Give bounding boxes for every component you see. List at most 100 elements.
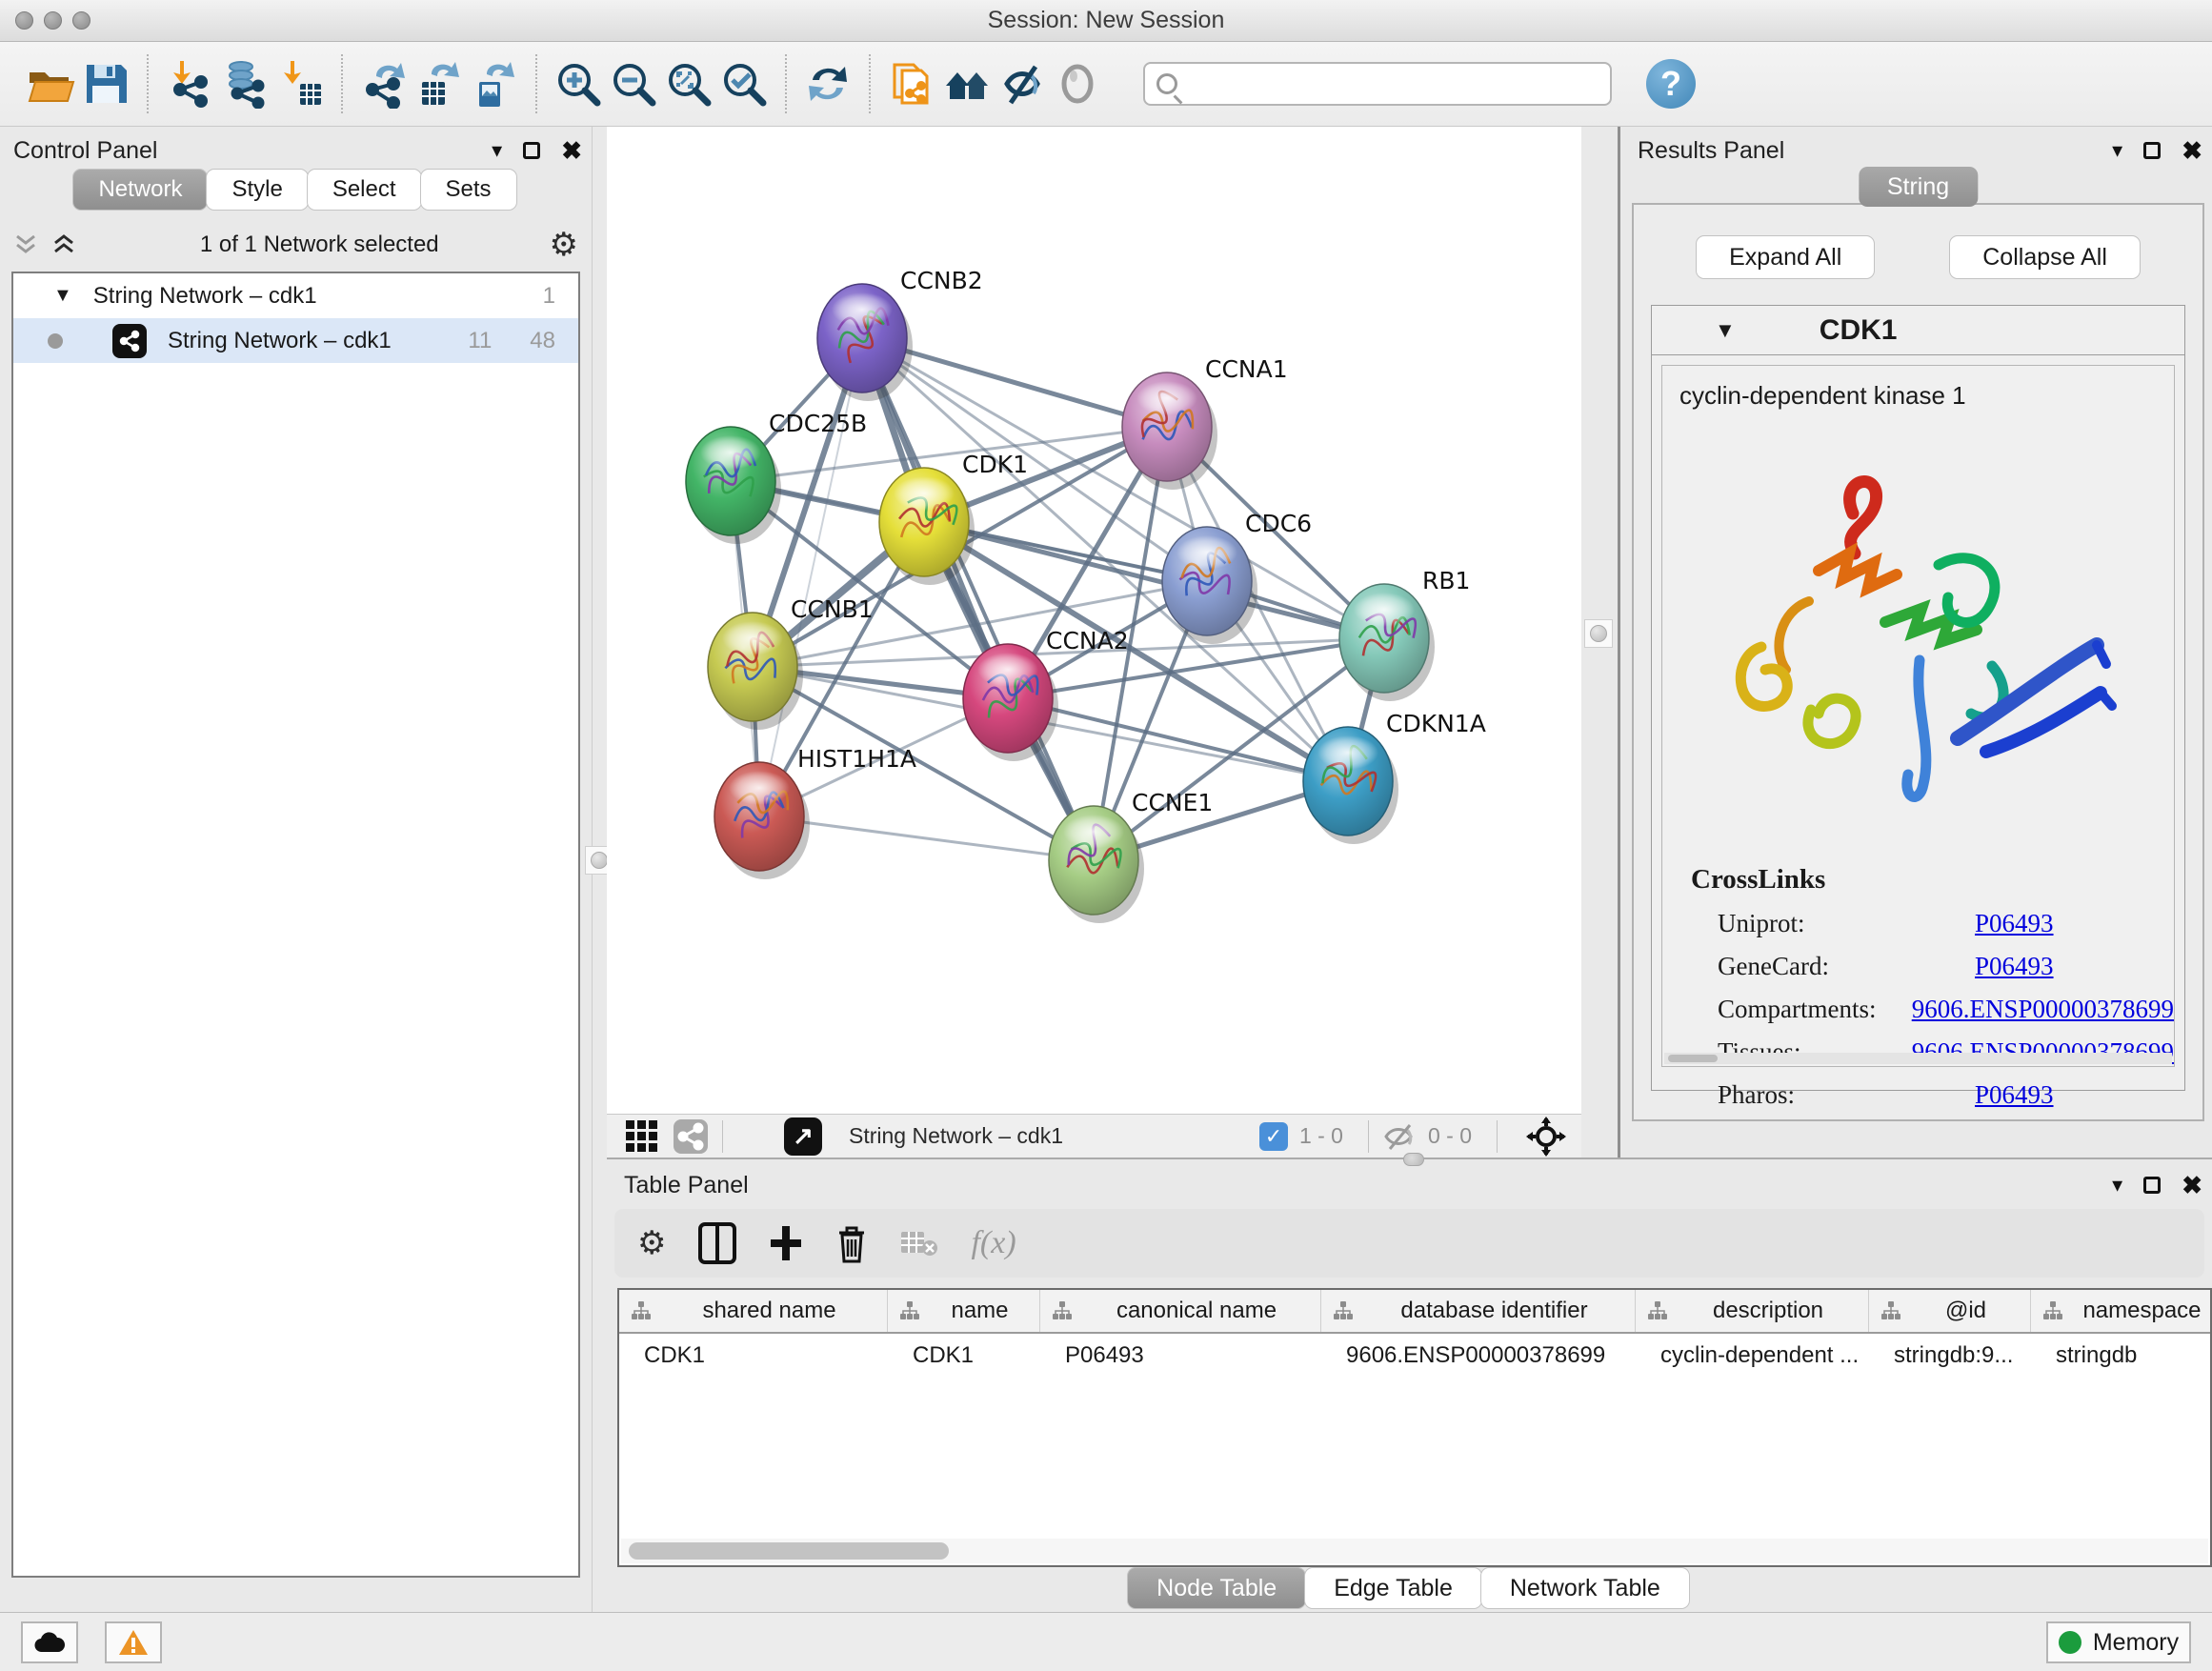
panel-menu-icon[interactable]: ▾ — [2112, 138, 2122, 163]
table-options-gear-icon[interactable]: ⚙ — [637, 1227, 666, 1259]
close-panel-icon[interactable]: ✖ — [2182, 136, 2202, 166]
node-RB1[interactable]: RB1 — [1339, 567, 1470, 701]
column-header-sharedname[interactable]: shared name — [619, 1290, 888, 1332]
cloud-button[interactable] — [21, 1621, 78, 1663]
expand-all-icon[interactable] — [51, 234, 76, 255]
panel-menu-icon[interactable]: ▾ — [2112, 1173, 2122, 1198]
crosslink-link[interactable]: P06493 — [1975, 1080, 2054, 1110]
tab-style[interactable]: Style — [206, 169, 308, 211]
node-CDKN1A[interactable]: CDKN1A — [1303, 710, 1486, 844]
clone-network-button[interactable] — [884, 55, 939, 112]
zoom-window-button[interactable] — [72, 11, 90, 30]
open-session-button[interactable] — [23, 55, 78, 112]
show-columns-icon[interactable] — [698, 1222, 736, 1264]
selected-nodes-checkbox[interactable]: ✓ — [1259, 1122, 1288, 1151]
tab-network[interactable]: Network — [72, 169, 208, 211]
import-network-database-button[interactable] — [217, 55, 272, 112]
network-overview-icon[interactable] — [673, 1118, 709, 1155]
delete-column-icon[interactable] — [835, 1223, 868, 1263]
tab-string[interactable]: String — [1859, 167, 1978, 207]
eye-button[interactable] — [1050, 55, 1105, 112]
close-panel-icon[interactable]: ✖ — [561, 136, 582, 166]
float-panel-icon[interactable] — [2143, 1177, 2161, 1194]
zoom-fit-button[interactable] — [661, 55, 716, 112]
save-session-button[interactable] — [78, 55, 133, 112]
open-in-window-icon[interactable]: ↗ — [784, 1117, 822, 1156]
crosslink-link[interactable]: P06493 — [1975, 952, 2054, 981]
column-header-canonicalname[interactable]: canonical name — [1040, 1290, 1321, 1332]
hidden-items-icon[interactable] — [1382, 1122, 1417, 1151]
table-hscrollbar[interactable] — [621, 1539, 2208, 1563]
zoom-out-button[interactable] — [606, 55, 661, 112]
table-cell[interactable]: stringdb — [2031, 1334, 2212, 1378]
column-header-namespace[interactable]: namespace — [2031, 1290, 2212, 1332]
show-hide-graphics-button[interactable] — [995, 55, 1050, 112]
node-CDC25B[interactable]: CDC25B — [686, 410, 867, 544]
tab-sets[interactable]: Sets — [420, 169, 517, 211]
float-panel-icon[interactable] — [523, 142, 540, 159]
table-cell[interactable]: cyclin-dependent ... — [1636, 1334, 1869, 1378]
zoom-in-button[interactable] — [551, 55, 606, 112]
warnings-button[interactable] — [105, 1621, 162, 1663]
home-button[interactable] — [939, 55, 995, 112]
node-CCNE1[interactable]: CCNE1 — [1049, 789, 1213, 923]
tab-node-table[interactable]: Node Table — [1127, 1567, 1306, 1609]
edge-CCNB2-CCNE1[interactable] — [862, 338, 1094, 860]
grid-view-icon[interactable] — [626, 1120, 657, 1152]
network-collection-row[interactable]: ▼ String Network – cdk1 1 — [13, 273, 578, 318]
panel-menu-icon[interactable]: ▾ — [492, 138, 502, 163]
node-CCNA1[interactable]: CCNA1 — [1122, 355, 1288, 490]
results-scrollbar[interactable] — [1664, 1053, 2172, 1064]
network-canvas[interactable]: CCNB2CCNA1CDC25BCDK1CDC6RB1CCNB1CCNA2CDK… — [607, 127, 1581, 1114]
close-window-button[interactable] — [15, 11, 33, 30]
horizontal-splitter-handle[interactable] — [1403, 1153, 1424, 1166]
tab-select[interactable]: Select — [307, 169, 422, 211]
zoom-selected-button[interactable] — [716, 55, 772, 112]
table-hscrollbar-thumb[interactable] — [629, 1542, 949, 1560]
crosslink-link[interactable]: P06493 — [1975, 909, 2054, 938]
float-panel-icon[interactable] — [2143, 142, 2161, 159]
right-splitter-handle[interactable] — [1584, 619, 1613, 648]
add-column-icon[interactable] — [769, 1224, 803, 1262]
search-input[interactable] — [1187, 70, 1599, 97]
birdseye-view-icon[interactable] — [1526, 1117, 1566, 1157]
column-header-id[interactable]: @id — [1869, 1290, 2031, 1332]
collapse-section-icon[interactable]: ▼ — [1715, 318, 1736, 343]
column-header-name[interactable]: name — [888, 1290, 1040, 1332]
export-table-button[interactable] — [412, 55, 467, 112]
tab-network-table[interactable]: Network Table — [1480, 1567, 1690, 1609]
table-cell[interactable]: CDK1 — [888, 1334, 1040, 1378]
column-header-description[interactable]: description — [1636, 1290, 1869, 1332]
network-row[interactable]: String Network – cdk1 11 48 — [13, 318, 578, 363]
right-splitter[interactable] — [1581, 127, 1618, 1158]
table-cell[interactable]: 9606.ENSP00000378699 — [1321, 1334, 1636, 1378]
node-HIST1H1A[interactable]: HIST1H1A — [714, 745, 916, 879]
close-panel-icon[interactable]: ✖ — [2182, 1171, 2202, 1200]
table-cell[interactable]: CDK1 — [619, 1334, 888, 1378]
table-cell[interactable]: stringdb:9... — [1869, 1334, 2031, 1378]
help-button[interactable]: ? — [1646, 59, 1696, 109]
left-splitter[interactable] — [593, 127, 607, 1158]
function-builder-icon[interactable]: f(x) — [971, 1225, 1016, 1261]
node-CCNB2[interactable]: CCNB2 — [817, 267, 983, 401]
minimize-window-button[interactable] — [44, 11, 62, 30]
tab-edge-table[interactable]: Edge Table — [1304, 1567, 1482, 1609]
import-network-file-button[interactable] — [162, 55, 217, 112]
tree-expand-icon[interactable]: ▼ — [53, 285, 72, 307]
refresh-button[interactable] — [800, 55, 855, 112]
node-CDC6[interactable]: CDC6 — [1162, 510, 1312, 644]
collapse-all-icon[interactable] — [13, 234, 38, 255]
clear-table-icon[interactable] — [900, 1228, 938, 1258]
column-header-databaseidentifier[interactable]: database identifier — [1321, 1290, 1636, 1332]
expand-all-button[interactable]: Expand All — [1696, 235, 1875, 279]
collapse-all-button[interactable]: Collapse All — [1949, 235, 2141, 279]
export-image-button[interactable] — [467, 55, 522, 112]
export-network-button[interactable] — [356, 55, 412, 112]
memory-button[interactable]: Memory — [2046, 1621, 2191, 1663]
crosslink-link[interactable]: 9606.ENSP00000378699 — [1912, 995, 2174, 1024]
network-options-gear-icon[interactable]: ⚙ — [550, 229, 578, 261]
gene-section-header[interactable]: ▼ CDK1 — [1652, 306, 2184, 355]
table-row[interactable]: CDK1CDK1P064939606.ENSP00000378699cyclin… — [619, 1334, 2210, 1378]
node-CDK1[interactable]: CDK1 — [879, 451, 1028, 585]
table-cell[interactable]: P06493 — [1040, 1334, 1321, 1378]
